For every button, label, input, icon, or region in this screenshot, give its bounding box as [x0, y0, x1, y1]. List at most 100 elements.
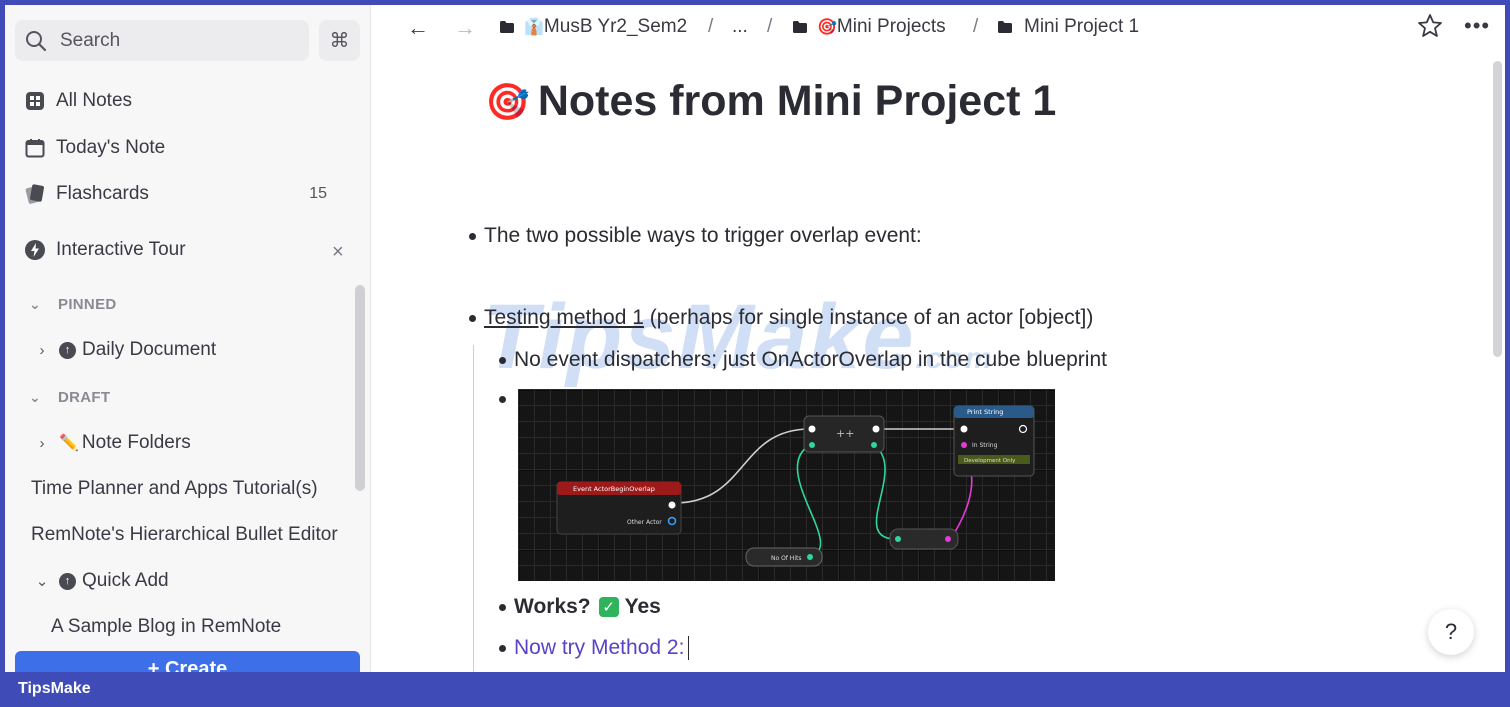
- sidebar-item-label: Interactive Tour: [56, 239, 186, 260]
- arrow-up-circle-icon: ↑: [59, 572, 76, 590]
- bullet-text: No event dispatchers; just OnActorOverla…: [514, 348, 1107, 371]
- sidebar-item-daily-document[interactable]: › ↑ Daily Document: [35, 335, 217, 365]
- sidebar-scrollbar[interactable]: [355, 285, 365, 491]
- necktie-icon: 👔: [524, 19, 544, 36]
- print-pin-label: In String: [972, 442, 998, 449]
- sidebar-item-label: A Sample Blog in RemNote: [51, 616, 282, 637]
- main-scrollbar[interactable]: [1493, 61, 1502, 357]
- breadcrumb-item-current[interactable]: Mini Project 1: [998, 16, 1139, 38]
- list-item[interactable]: The two possible ways to trigger overlap…: [469, 224, 922, 248]
- conversion-node: [889, 528, 959, 550]
- sidebar-item-note-folders[interactable]: › ✏️ Note Folders: [35, 428, 191, 458]
- bullet-dot[interactable]: [499, 603, 506, 611]
- pinned-section-header[interactable]: ⌄ PINNED: [29, 296, 117, 313]
- checkmark-icon: ✓: [598, 597, 619, 617]
- breadcrumb-label: ...: [732, 16, 748, 37]
- rem-reference-link[interactable]: Testing method 1: [484, 306, 644, 330]
- print-node-label: Print String: [967, 408, 1003, 416]
- sidebar-item-interactive-tour[interactable]: Interactive Tour: [23, 235, 186, 265]
- watermark-logo: TipsMake.com: [482, 286, 994, 388]
- draft-section-header[interactable]: ⌄ DRAFT: [29, 389, 110, 406]
- star-icon[interactable]: [1417, 13, 1443, 39]
- folder-icon: [793, 21, 807, 33]
- folder-icon: [998, 21, 1012, 33]
- bullet-dot[interactable]: [469, 232, 476, 240]
- sidebar-item-label: Note Folders: [81, 432, 191, 453]
- search-icon: [26, 30, 47, 51]
- sidebar-item-label: All Notes: [56, 90, 133, 111]
- section-label: PINNED: [58, 296, 117, 313]
- chevron-down-icon[interactable]: ⌄: [35, 572, 49, 590]
- bullet-text: Works?: [514, 595, 591, 618]
- command-palette-button[interactable]: ⌘: [319, 20, 360, 61]
- sidebar-item-label: Daily Document: [82, 339, 217, 360]
- sidebar-item-all-notes[interactable]: All Notes: [23, 86, 132, 116]
- sidebar-item-sample-blog[interactable]: A Sample Blog in RemNote: [51, 612, 281, 642]
- back-arrow-icon[interactable]: ←: [407, 15, 429, 41]
- chevron-down-icon: ⌄: [29, 389, 42, 405]
- page-title-text: Notes from Mini Project 1: [537, 77, 1057, 125]
- chevron-right-icon[interactable]: ›: [35, 435, 49, 452]
- flashcards-count-badge: 15: [309, 185, 327, 202]
- sidebar-item-label: RemNote's Hierarchical Bullet Editor: [31, 524, 338, 545]
- create-button[interactable]: + Create: [15, 651, 360, 672]
- lightning-icon: [23, 238, 47, 262]
- breadcrumb-label: Mini Projects: [836, 16, 946, 37]
- search-input[interactable]: Search: [15, 20, 309, 61]
- breadcrumb-item[interactable]: ...: [732, 16, 748, 38]
- breadcrumb-label: MusB Yr2_Sem2: [543, 16, 688, 37]
- bullet-text: The two possible ways to trigger overlap…: [484, 224, 922, 247]
- list-item[interactable]: Now try Method 2:: [499, 636, 690, 660]
- chevron-down-icon: ⌄: [29, 296, 42, 312]
- variable-node-label: No Of Hits: [771, 555, 801, 562]
- dev-only-label: Development Only: [964, 458, 1016, 464]
- sidebar-item-label: Time Planner and Apps Tutorial(s): [31, 478, 318, 499]
- sidebar-item-flashcards[interactable]: Flashcards 15: [23, 179, 353, 209]
- breadcrumb-label: Mini Project 1: [1024, 16, 1140, 37]
- page-title[interactable]: 🎯 Notes from Mini Project 1: [485, 77, 1056, 126]
- search-placeholder: Search: [60, 29, 121, 51]
- list-item[interactable]: [499, 389, 514, 409]
- list-item[interactable]: No event dispatchers; just OnActorOverla…: [499, 348, 1107, 372]
- sidebar-item-hierarchical-editor[interactable]: RemNote's Hierarchical Bullet Editor: [31, 520, 338, 550]
- bullet-text: Yes: [624, 595, 661, 618]
- bullet-dot[interactable]: [499, 356, 506, 364]
- chevron-right-icon[interactable]: ›: [35, 342, 49, 359]
- calendar-icon: [23, 136, 47, 160]
- arrow-up-circle-icon: ↑: [59, 341, 76, 359]
- breadcrumb-item[interactable]: 🎯 Mini Projects: [793, 16, 946, 38]
- section-label: DRAFT: [58, 389, 111, 406]
- bullet-text-editing[interactable]: Now try Method 2:: [514, 636, 684, 660]
- breadcrumb-separator: /: [767, 16, 773, 37]
- sidebar-item-time-planner[interactable]: Time Planner and Apps Tutorial(s): [31, 474, 318, 504]
- event-pin-label: Other Actor: [627, 519, 662, 526]
- bullet-dot[interactable]: [499, 395, 506, 403]
- print-string-node: [953, 405, 1035, 477]
- breadcrumb-separator: /: [973, 16, 979, 37]
- list-item[interactable]: Works? ✓ Yes: [499, 595, 661, 619]
- brand-watermark-text: TipsMake: [18, 680, 91, 697]
- help-button[interactable]: ?: [1428, 609, 1474, 655]
- close-tour-icon[interactable]: ×: [332, 241, 344, 264]
- indent-guide: [473, 345, 474, 672]
- event-node-label: Event ActorBeginOverlap: [573, 485, 655, 493]
- breadcrumb-item[interactable]: 👔 MusB Yr2_Sem2: [500, 16, 687, 38]
- bullet-dot[interactable]: [499, 644, 506, 652]
- sidebar-item-quick-add[interactable]: ⌄ ↑ Quick Add: [35, 566, 169, 596]
- sidebar-item-label: Flashcards: [56, 183, 149, 204]
- grid-icon: [23, 89, 47, 113]
- increment-node-label: ++: [836, 427, 854, 440]
- forward-arrow-icon[interactable]: →: [454, 15, 476, 41]
- target-icon: 🎯: [817, 19, 837, 36]
- more-options-icon[interactable]: •••: [1464, 13, 1490, 39]
- list-item[interactable]: Testing method 1 (perhaps for single ins…: [469, 306, 1093, 330]
- breadcrumb-separator: /: [708, 16, 714, 37]
- sidebar-item-label: Today's Note: [56, 137, 166, 158]
- top-bar: ← → 👔 MusB Yr2_Sem2 / ... / 🎯 Mini Proje…: [372, 5, 1505, 51]
- sidebar-item-todays-note[interactable]: Today's Note: [23, 133, 165, 163]
- blueprint-screenshot-image[interactable]: Event ActorBeginOverlap Other Actor ++ P…: [518, 389, 1055, 581]
- bullet-text: (perhaps for single instance of an actor…: [643, 306, 1094, 329]
- bullet-dot[interactable]: [469, 314, 476, 322]
- target-icon: 🎯: [485, 80, 530, 122]
- text-cursor: [688, 636, 690, 660]
